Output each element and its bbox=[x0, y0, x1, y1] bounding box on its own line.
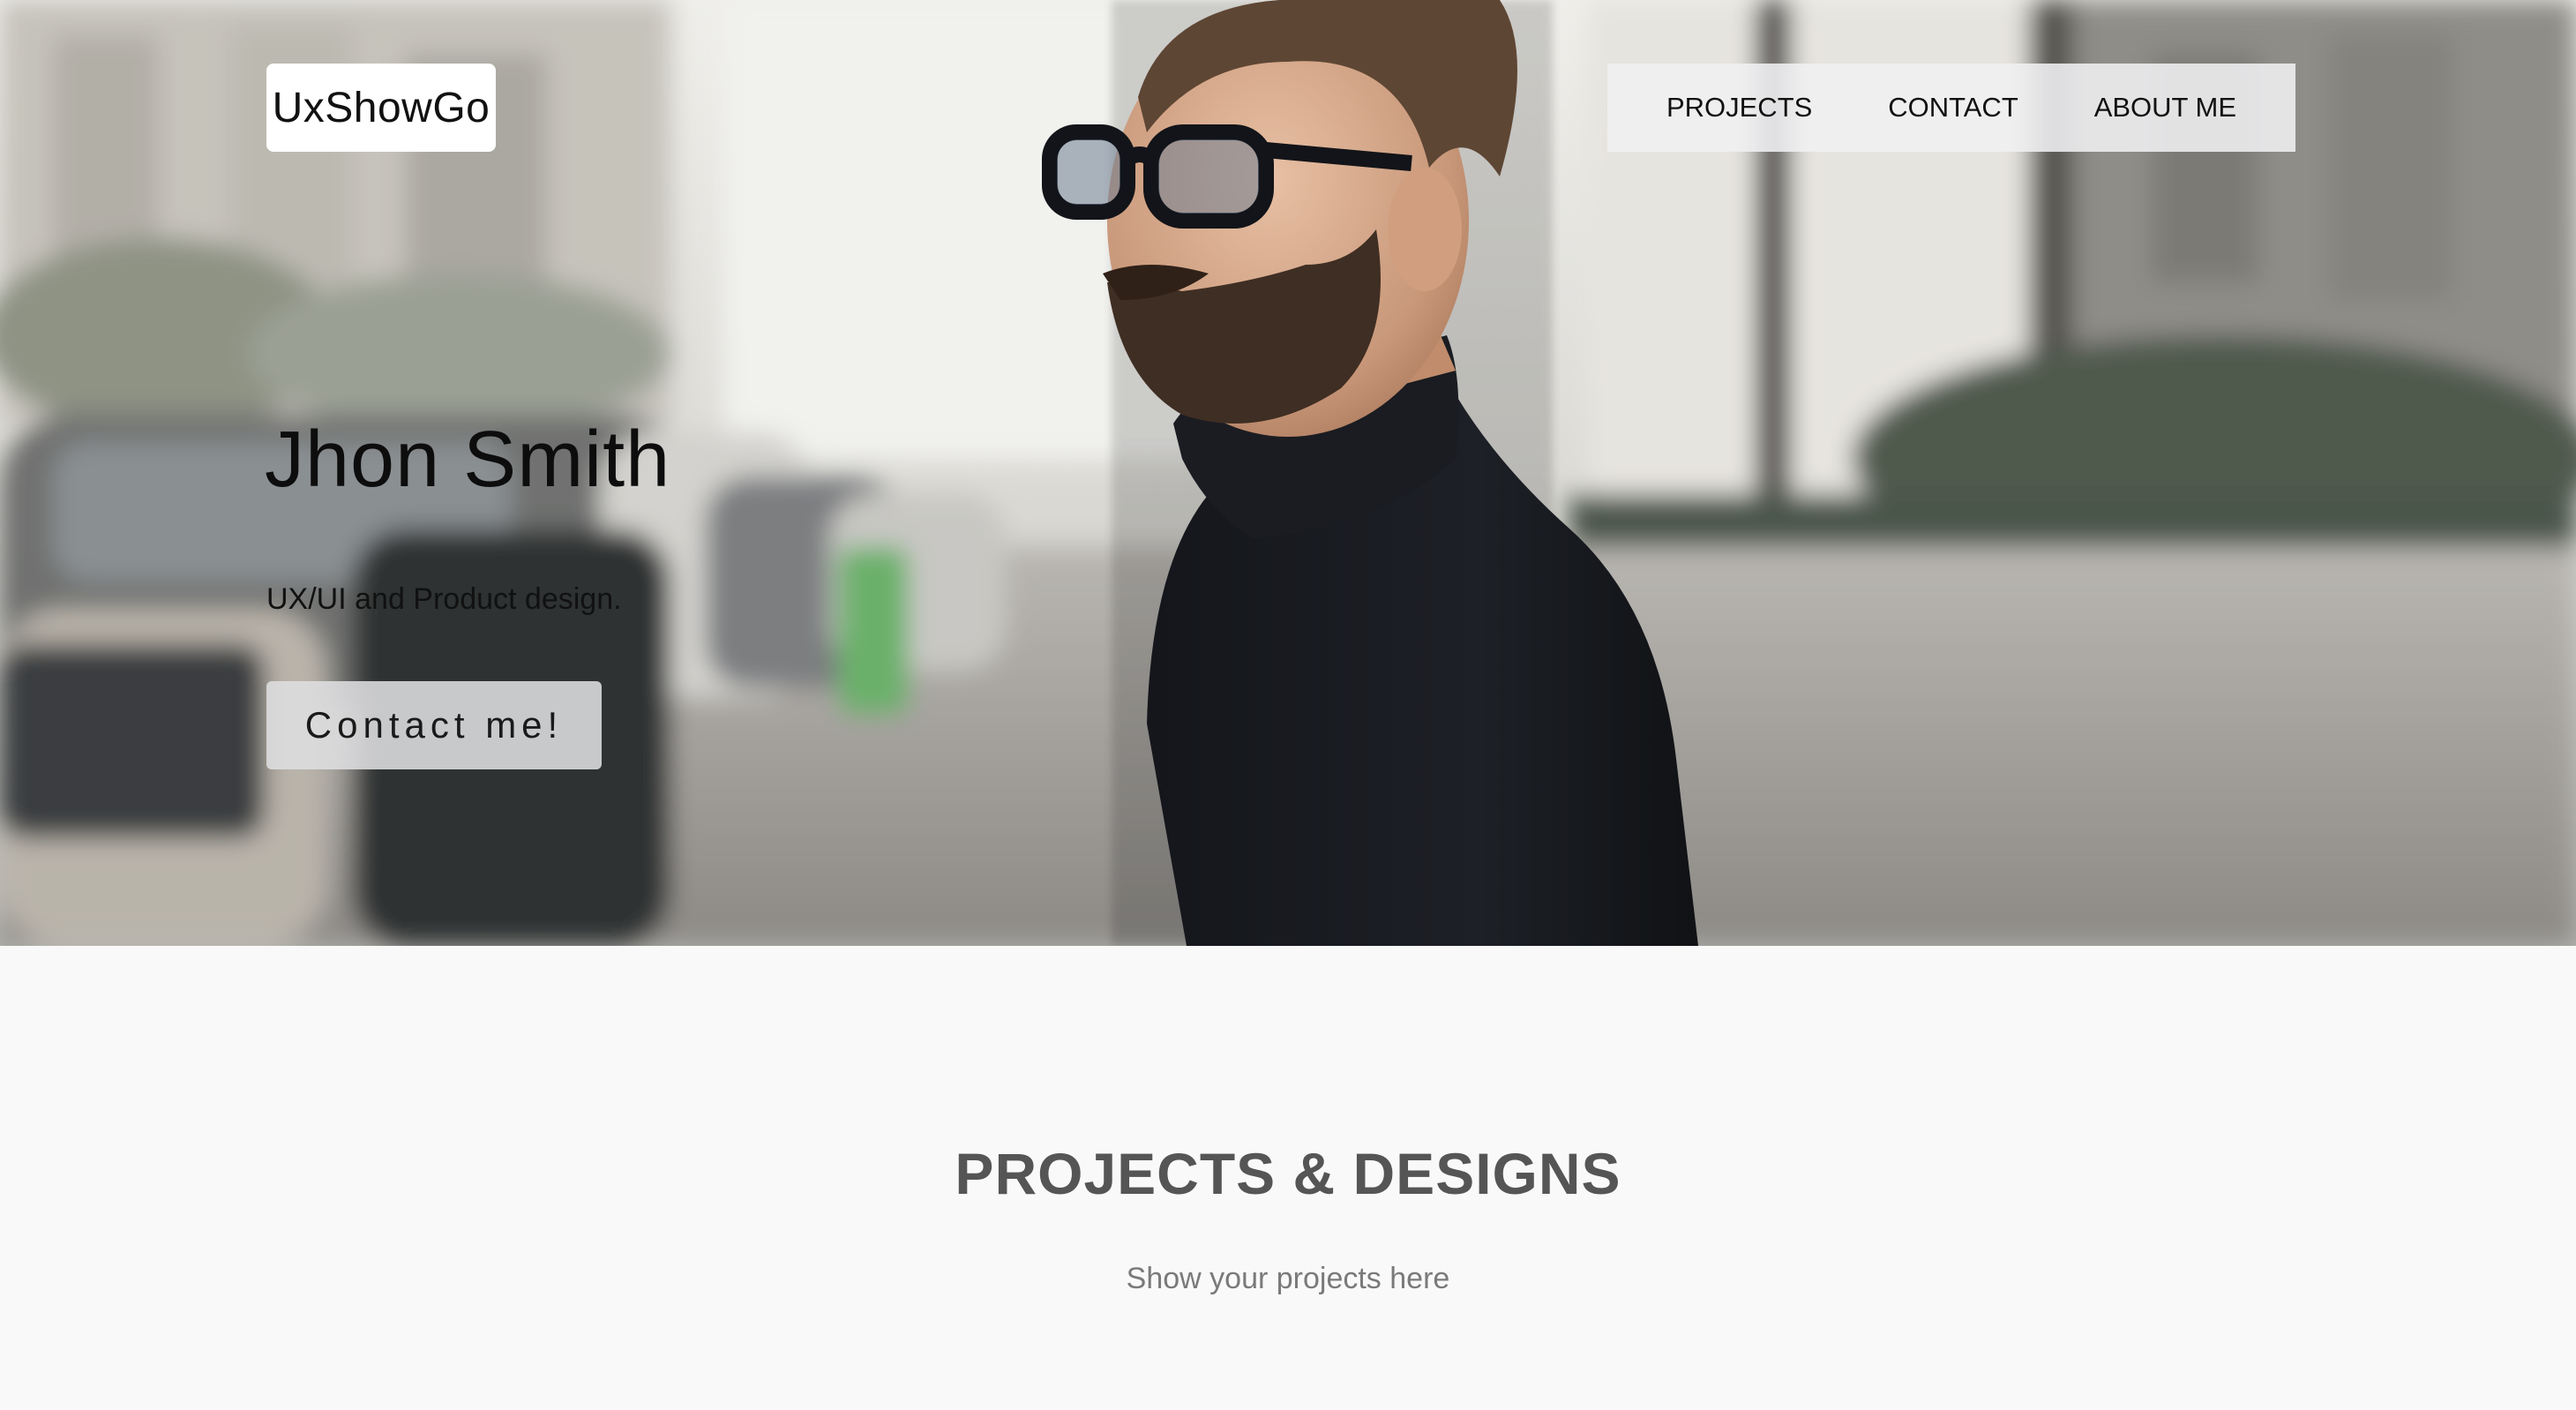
contact-me-label: Contact me! bbox=[304, 704, 564, 746]
nav-item-about-me[interactable]: ABOUT ME bbox=[2094, 92, 2236, 124]
contact-me-button[interactable]: Contact me! bbox=[266, 681, 602, 769]
nav-item-projects[interactable]: PROJECTS bbox=[1666, 92, 1812, 124]
brand-logo-text: UxShowGo bbox=[272, 84, 490, 131]
nav-item-contact[interactable]: CONTACT bbox=[1888, 92, 2018, 124]
hero-subtitle: UX/UI and Product design. bbox=[266, 582, 622, 616]
projects-subtitle: Show your projects here bbox=[1126, 1262, 1450, 1295]
hero-name: Jhon Smith bbox=[265, 416, 671, 504]
projects-title: PROJECTS & DESIGNS bbox=[955, 1141, 1621, 1206]
brand-logo[interactable]: UxShowGo bbox=[266, 64, 496, 152]
main-nav: PROJECTS CONTACT ABOUT ME bbox=[1607, 64, 2295, 152]
hero-section: UxShowGo PROJECTS CONTACT ABOUT ME Jhon … bbox=[0, 0, 2576, 946]
